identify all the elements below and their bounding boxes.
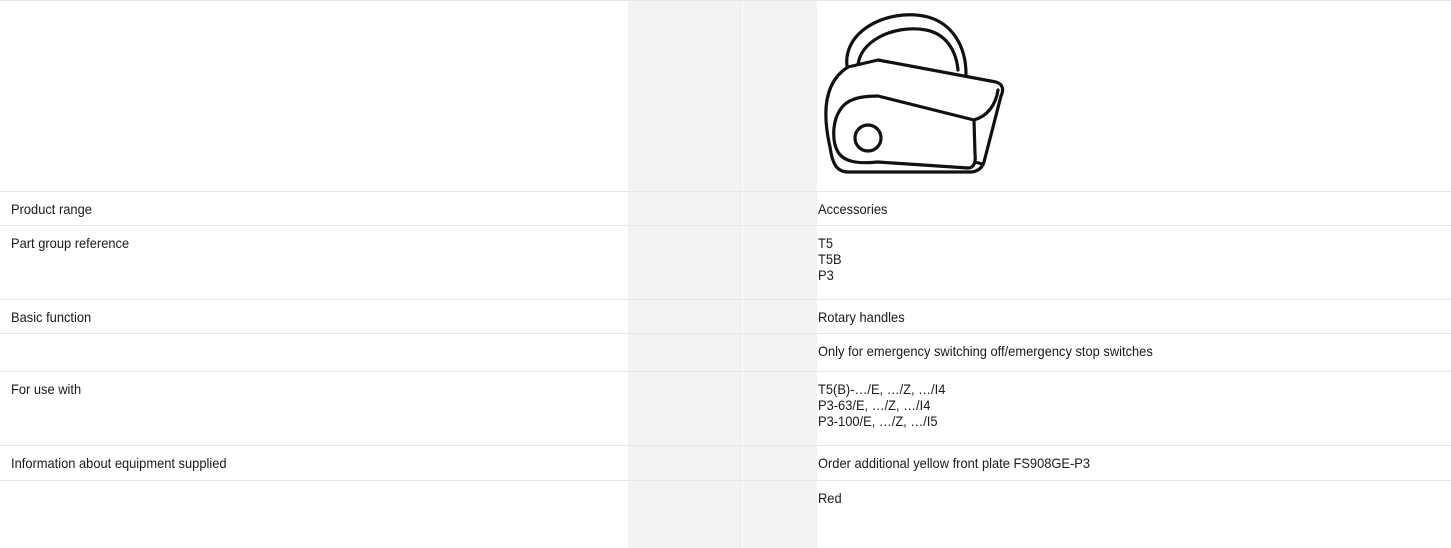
row-value: Rotary handles: [818, 309, 905, 326]
value-line: Red: [818, 490, 842, 506]
row-label: Information about equipment supplied: [11, 455, 227, 471]
table-row: Red: [0, 481, 1451, 517]
table-row: Information about equipment supplied Ord…: [0, 446, 1451, 481]
value-line: T5: [818, 235, 834, 251]
value-line: P3-63/E, …/Z, …/I4: [818, 397, 931, 413]
value-line: Rotary handles: [818, 309, 905, 325]
table-row: Only for emergency switching off/emergen…: [0, 334, 1451, 372]
table-row: Basic function Rotary handles: [0, 300, 1451, 334]
row-value: T5 T5B P3: [818, 235, 842, 283]
row-label: Basic function: [11, 309, 92, 325]
value-line: T5(B)-…/E, …/Z, …/I4: [818, 381, 946, 397]
value-line: P3-100/E, …/Z, …/I5: [818, 413, 938, 429]
value-line: Order additional yellow front plate FS90…: [818, 455, 1091, 471]
image-row: [0, 0, 1451, 192]
value-line: T5B: [818, 251, 842, 267]
table-row: Product range Accessories: [0, 192, 1451, 226]
row-value: Order additional yellow front plate FS90…: [818, 455, 1090, 472]
row-value: Only for emergency switching off/emergen…: [818, 343, 1153, 360]
row-label: Part group reference: [11, 235, 130, 251]
table-row: Part group reference T5 T5B P3: [0, 226, 1451, 300]
row-label: For use with: [11, 381, 82, 397]
value-line: Accessories: [818, 201, 888, 217]
product-attributes-table: Product range Accessories Part group ref…: [0, 0, 1451, 517]
value-line: Only for emergency switching off/emergen…: [818, 343, 1153, 359]
row-value: Red: [818, 490, 842, 507]
rotary-handle-product-icon: [824, 13, 1005, 174]
row-value: Accessories: [818, 201, 887, 218]
value-line: P3: [818, 267, 834, 283]
row-label: Product range: [11, 201, 92, 217]
row-value: T5(B)-…/E, …/Z, …/I4 P3-63/E, …/Z, …/I4 …: [818, 381, 945, 429]
table-row: For use with T5(B)-…/E, …/Z, …/I4 P3-63/…: [0, 372, 1451, 446]
